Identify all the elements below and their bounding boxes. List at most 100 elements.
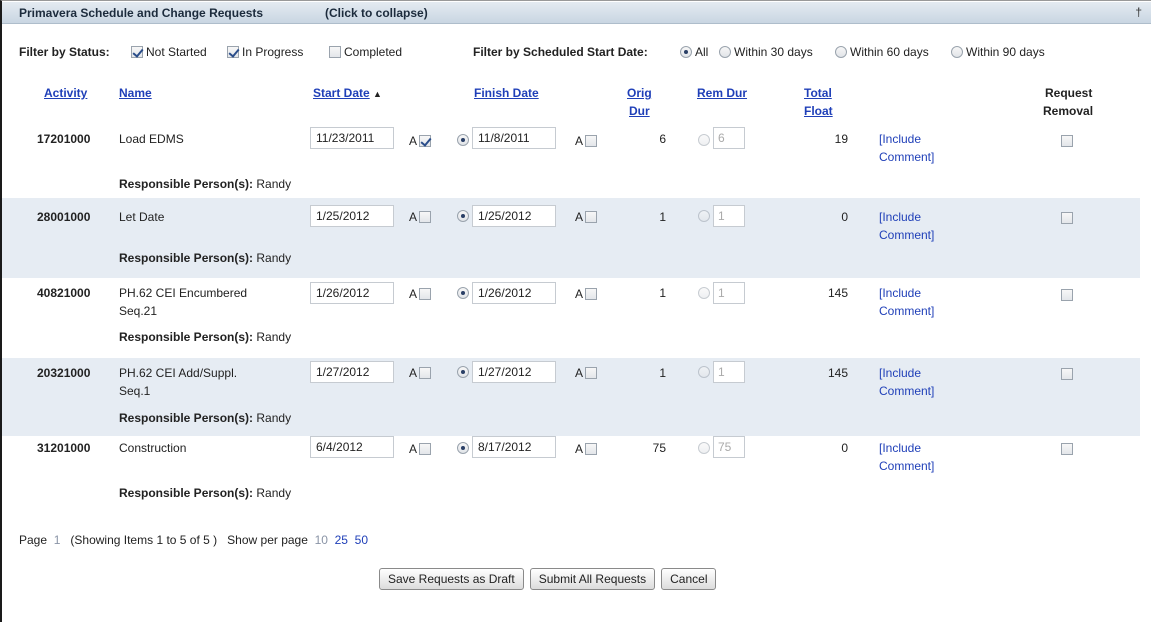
checkbox-icon[interactable] — [585, 288, 598, 300]
date-filter-60-days[interactable]: Within 60 days — [835, 45, 929, 59]
include-comment-link[interactable]: [Include Comment] — [879, 208, 959, 244]
rem-dur-radio[interactable] — [698, 442, 710, 454]
rem-dur-radio[interactable] — [698, 287, 710, 299]
start-date-input[interactable]: 1/27/2012 — [310, 361, 394, 383]
finish-actual-toggle[interactable]: A — [575, 134, 598, 148]
finish-date-input[interactable]: 1/26/2012 — [472, 282, 556, 304]
rem-dur-radio[interactable] — [698, 134, 710, 146]
col-name-sort[interactable]: Name — [119, 86, 152, 100]
rem-dur-input[interactable]: 6 — [713, 127, 745, 149]
include-comment-line-2[interactable]: Comment] — [879, 148, 959, 166]
col-activity-sort[interactable]: Activity — [44, 86, 87, 100]
include-comment-line-2[interactable]: Comment] — [879, 302, 959, 320]
checkbox-icon[interactable] — [419, 135, 432, 147]
radio-icon[interactable] — [680, 46, 692, 58]
include-comment-link[interactable]: [Include Comment] — [879, 130, 959, 166]
request-removal-checkbox[interactable] — [1061, 211, 1073, 224]
finish-actual-toggle[interactable]: A — [575, 287, 598, 301]
include-comment-line-1[interactable]: [Include — [879, 208, 959, 226]
finish-date-input[interactable]: 11/8/2011 — [472, 127, 556, 149]
checkbox-icon[interactable] — [585, 443, 598, 455]
include-comment-line-2[interactable]: Comment] — [879, 457, 959, 475]
date-filter-all[interactable]: All — [680, 45, 708, 59]
submit-all-button[interactable]: Submit All Requests — [529, 568, 656, 590]
checkbox-icon[interactable] — [585, 367, 598, 379]
include-comment-line-1[interactable]: [Include — [879, 284, 959, 302]
finish-date-input[interactable]: 1/25/2012 — [472, 205, 556, 227]
checkbox-icon[interactable] — [227, 46, 239, 58]
request-removal-checkbox[interactable] — [1061, 442, 1073, 455]
start-date-input[interactable]: 1/26/2012 — [310, 282, 394, 304]
request-removal-checkbox[interactable] — [1061, 288, 1073, 301]
finish-actual-toggle[interactable]: A — [575, 442, 598, 456]
status-filter-in-progress[interactable]: In Progress — [227, 45, 303, 59]
rem-dur-input[interactable]: 1 — [713, 205, 745, 227]
start-actual-toggle[interactable]: A — [409, 134, 432, 148]
rem-dur-radio[interactable] — [698, 210, 710, 222]
rem-dur-radio[interactable] — [698, 366, 710, 378]
finish-actual-toggle[interactable]: A — [575, 210, 598, 224]
status-filter-completed[interactable]: Completed — [329, 45, 402, 59]
start-date-input[interactable]: 6/4/2012 — [310, 436, 394, 458]
finish-date-radio[interactable] — [457, 210, 469, 222]
col-orig-dur-sort-2[interactable]: Dur — [629, 104, 650, 118]
pin-icon[interactable]: † — [1135, 5, 1142, 19]
rem-dur-input[interactable]: 75 — [713, 436, 745, 458]
include-comment-link[interactable]: [Include Comment] — [879, 439, 959, 475]
col-total-float-sort[interactable]: Total — [804, 86, 832, 100]
checkbox-icon[interactable] — [131, 46, 143, 58]
include-comment-line-1[interactable]: [Include — [879, 364, 959, 382]
finish-date-radio[interactable] — [457, 366, 469, 378]
include-comment-link[interactable]: [Include Comment] — [879, 364, 959, 400]
checkbox-icon[interactable] — [585, 135, 598, 147]
collapse-toggle[interactable]: (Click to collapse) — [325, 6, 428, 20]
col-finish-date-sort[interactable]: Finish Date — [474, 86, 539, 100]
start-actual-toggle[interactable]: A — [409, 287, 432, 301]
rem-dur-input[interactable]: 1 — [713, 282, 745, 304]
checkbox-icon[interactable] — [419, 443, 432, 455]
finish-date-radio[interactable] — [457, 134, 469, 146]
col-total-float-sort-2[interactable]: Float — [804, 104, 833, 118]
col-request-removal: Request — [1045, 86, 1093, 100]
checkbox-icon[interactable] — [585, 211, 598, 223]
radio-icon[interactable] — [719, 46, 731, 58]
start-date-input[interactable]: 1/25/2012 — [310, 205, 394, 227]
finish-date-radio[interactable] — [457, 442, 469, 454]
start-date-input[interactable]: 11/23/2011 — [310, 127, 394, 149]
finish-date-input[interactable]: 8/17/2012 — [472, 436, 556, 458]
action-buttons: Save Requests as Draft Submit All Reques… — [379, 568, 717, 590]
start-actual-toggle[interactable]: A — [409, 442, 432, 456]
date-filter-90-days[interactable]: Within 90 days — [951, 45, 1045, 59]
checkbox-icon[interactable] — [419, 211, 432, 223]
checkbox-icon[interactable] — [419, 367, 432, 379]
request-removal-checkbox[interactable] — [1061, 134, 1073, 147]
finish-actual-toggle[interactable]: A — [575, 366, 598, 380]
finish-date-radio[interactable] — [457, 287, 469, 299]
page-current: 1 — [53, 533, 61, 547]
include-comment-link[interactable]: [Include Comment] — [879, 284, 959, 320]
include-comment-line-2[interactable]: Comment] — [879, 382, 959, 400]
per-page-25[interactable]: 25 — [335, 533, 348, 547]
per-page-50[interactable]: 50 — [355, 533, 368, 547]
date-filter-30-days[interactable]: Within 30 days — [719, 45, 813, 59]
status-filter-not-started[interactable]: Not Started — [131, 45, 207, 59]
rem-dur-input[interactable]: 1 — [713, 361, 745, 383]
col-request-removal-2: Removal — [1043, 104, 1094, 118]
save-draft-button[interactable]: Save Requests as Draft — [379, 568, 524, 590]
request-removal-checkbox[interactable] — [1061, 367, 1073, 380]
table-row: 28001000 Let Date 1/25/2012 A 1/25/2012 … — [2, 198, 1140, 278]
cancel-button[interactable]: Cancel — [661, 568, 717, 590]
col-start-date-sort[interactable]: Start Date — [313, 86, 370, 100]
finish-date-input[interactable]: 1/27/2012 — [472, 361, 556, 383]
checkbox-icon[interactable] — [419, 288, 432, 300]
col-orig-dur-sort[interactable]: Orig — [627, 86, 652, 100]
radio-icon[interactable] — [951, 46, 963, 58]
start-actual-toggle[interactable]: A — [409, 210, 432, 224]
start-actual-toggle[interactable]: A — [409, 366, 432, 380]
include-comment-line-2[interactable]: Comment] — [879, 226, 959, 244]
include-comment-line-1[interactable]: [Include — [879, 439, 959, 457]
checkbox-icon[interactable] — [329, 46, 341, 58]
col-rem-dur-sort[interactable]: Rem Dur — [697, 86, 747, 100]
radio-icon[interactable] — [835, 46, 847, 58]
include-comment-line-1[interactable]: [Include — [879, 130, 959, 148]
